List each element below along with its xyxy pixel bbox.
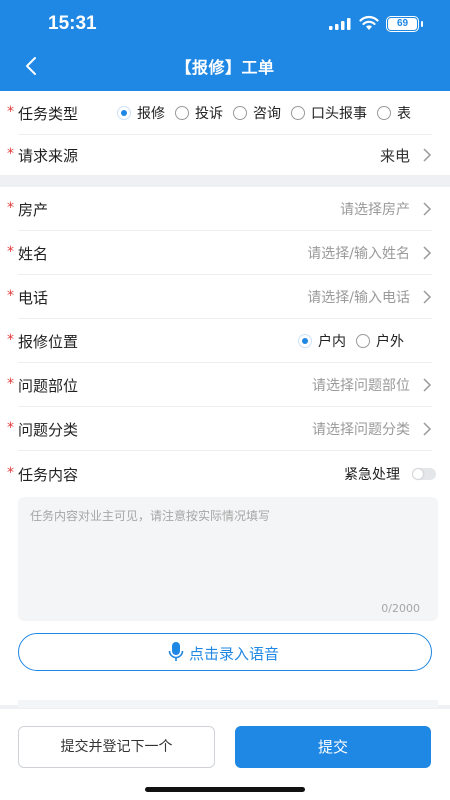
required-mark: * [7,104,14,120]
required-mark: * [7,376,14,392]
status-bar: 15:31 69 [0,0,450,46]
radio-label: 户内 [318,334,346,350]
repair-location-row: * 报修位置 户内 户外 [0,319,450,363]
problem-category-placeholder: 请选择问题分类 [312,422,410,438]
task-type-option-complaint[interactable]: 投诉 [175,103,223,123]
divider [18,450,432,451]
repair-location-option-indoor[interactable]: 户内 [298,331,346,351]
radio-unchecked-icon [233,106,247,120]
property-label: 房产 [18,201,49,219]
radio-label: 户外 [376,334,404,350]
battery-cap [421,21,423,27]
name-row[interactable]: * 姓名 请选择/输入姓名 [0,231,450,275]
radio-label: 报修 [137,106,165,122]
chevron-right-icon [423,422,432,436]
problem-part-label: 问题部位 [18,377,79,395]
task-detail-card: * 房产 请选择房产 * 姓名 请选择/输入姓名 * 电话 请选择/输入电话 *… [0,187,450,705]
battery-level: 69 [388,18,417,30]
request-source-label: 请求来源 [18,147,79,165]
submit-button[interactable]: 提交 [235,726,431,768]
urgent-toggle[interactable] [412,468,436,480]
radio-unchecked-icon [356,334,370,348]
status-time: 15:31 [48,13,97,34]
task-type-option-more[interactable]: 表 [377,103,411,123]
required-mark: * [7,288,14,304]
home-indicator[interactable] [145,787,305,792]
voice-input-button[interactable]: 点击录入语音 [18,633,432,671]
task-type-option-verbal-report[interactable]: 口头报事 [291,103,367,123]
task-type-label: 任务类型 [18,105,79,123]
required-mark: * [7,332,14,348]
repair-location-label: 报修位置 [18,333,79,351]
chevron-right-icon [423,290,432,304]
microphone-icon [168,642,184,661]
name-placeholder: 请选择/输入姓名 [307,246,410,262]
urgent-label: 紧急处理 [344,467,400,483]
submit-and-next-button[interactable]: 提交并登记下一个 [18,726,215,768]
problem-part-row[interactable]: * 问题部位 请选择问题部位 [0,363,450,407]
phone-placeholder: 请选择/输入电话 [307,290,410,306]
required-mark: * [7,200,14,216]
chevron-right-icon [423,378,432,392]
radio-label: 表 [397,106,411,122]
problem-category-row[interactable]: * 问题分类 请选择问题分类 [0,407,450,451]
radio-unchecked-icon [175,106,189,120]
task-content-textarea[interactable]: 任务内容对业主可见，请注意按实际情况填写 0/2000 [18,497,438,621]
request-source-value: 来电 [379,147,410,165]
problem-category-label: 问题分类 [18,421,79,439]
repair-location-radio-group: 户内 户外 [298,331,414,351]
chevron-right-icon [423,148,432,162]
phone-label: 电话 [18,289,49,307]
task-content-row: * 任务内容 紧急处理 [0,452,450,496]
chevron-right-icon [423,246,432,260]
property-row[interactable]: * 房产 请选择房产 [0,187,450,231]
page-title: 【报修】工单 [175,58,275,77]
task-type-option-repair[interactable]: 报修 [117,103,165,123]
required-mark: * [7,420,14,436]
repair-location-option-outdoor[interactable]: 户外 [356,331,404,351]
radio-checked-icon [117,106,131,120]
phone-row[interactable]: * 电话 请选择/输入电话 [0,275,450,319]
property-placeholder: 请选择房产 [340,202,410,218]
name-label: 姓名 [18,245,49,263]
radio-label: 口头报事 [311,106,367,122]
radio-unchecked-icon [377,106,391,120]
task-type-radio-group: 报修 投诉 咨询 口头报事 表 [117,103,421,123]
task-type-option-inquiry[interactable]: 咨询 [233,103,281,123]
chevron-right-icon [423,202,432,216]
voice-input-label: 点击录入语音 [189,645,280,663]
next-field-preview [18,700,438,708]
footer-bar: 提交并登记下一个 提交 [0,709,450,800]
required-mark: * [7,244,14,260]
task-basic-card: * 任务类型 报修 投诉 咨询 口头报事 表 * 请求来源 来电 [0,91,450,175]
app-header: 15:31 69 【报修】工单 [0,0,450,91]
task-content-label: 任务内容 [18,466,79,484]
radio-unchecked-icon [291,106,305,120]
required-mark: * [7,146,14,162]
task-type-row: * 任务类型 报修 投诉 咨询 口头报事 表 [0,91,450,135]
radio-label: 咨询 [253,106,281,122]
request-source-row[interactable]: * 请求来源 来电 [0,133,450,177]
wifi-icon [359,15,379,30]
task-content-placeholder: 任务内容对业主可见，请注意按实际情况填写 [30,509,271,523]
battery-icon: 69 [386,16,419,32]
required-mark: * [7,465,14,481]
radio-checked-icon [298,334,312,348]
signal-icon [329,18,351,30]
radio-label: 投诉 [195,106,223,122]
char-counter: 0/2000 [381,602,420,615]
problem-part-placeholder: 请选择问题部位 [312,378,410,394]
